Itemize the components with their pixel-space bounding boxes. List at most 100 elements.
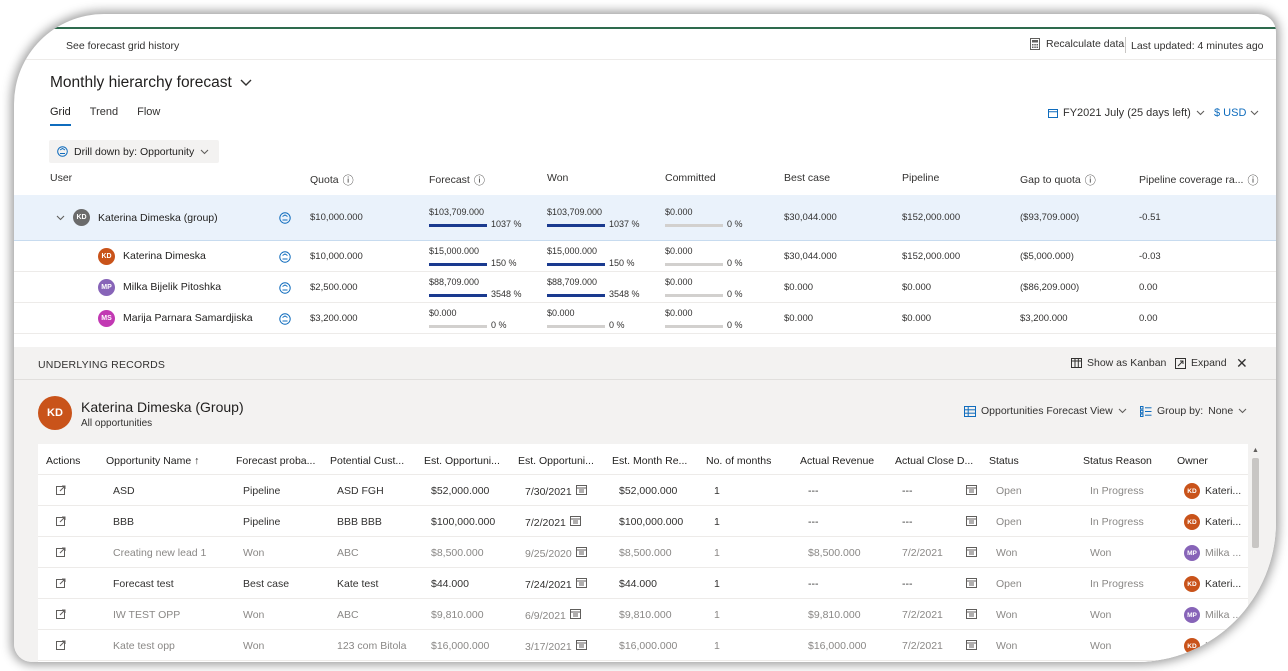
drill-down-icon[interactable] <box>279 212 291 227</box>
open-record-icon[interactable] <box>56 640 66 653</box>
drill-down-icon[interactable] <box>279 281 291 297</box>
col-coverage[interactable]: Pipeline coverage ra... ⓘ <box>1139 172 1258 188</box>
owner-cell[interactable]: KD Kateri... <box>1184 638 1241 654</box>
quota-value: $10,000.000 <box>310 250 363 262</box>
calendar-icon[interactable] <box>966 485 977 498</box>
currency-selector[interactable]: $ USD <box>1214 107 1259 119</box>
calendar-icon[interactable] <box>575 640 587 653</box>
col-best-case[interactable]: Best case <box>784 172 830 184</box>
expand-button[interactable]: Expand <box>1175 357 1227 369</box>
chevron-down-icon[interactable] <box>56 212 65 224</box>
col-owner[interactable]: Owner <box>1177 455 1208 467</box>
period-selector[interactable]: FY2021 July (25 days left) <box>1048 107 1205 119</box>
opportunity-name[interactable]: Forecast test <box>113 578 174 590</box>
calendar-icon[interactable] <box>966 609 977 622</box>
col-pipeline[interactable]: Pipeline <box>902 172 939 184</box>
close-icon[interactable]: ✕ <box>1236 355 1248 372</box>
opportunity-name[interactable]: IW TEST OPP <box>113 609 180 621</box>
potential-customer: BBB BBB <box>337 516 382 528</box>
col-no-of-months[interactable]: No. of months <box>706 455 771 467</box>
tab-grid[interactable]: Grid <box>50 106 71 126</box>
drill-down-icon[interactable] <box>279 250 291 266</box>
group-row[interactable]: KD Katerina Dimeska (group) $10,000.000 $10… <box>14 195 1276 241</box>
won-value: $0.000 0 % <box>547 308 625 330</box>
col-committed[interactable]: Committed <box>665 172 716 184</box>
col-opportunity-name[interactable]: Opportunity Name ↑ <box>106 455 199 467</box>
col-forecast[interactable]: Forecast ⓘ <box>429 172 485 188</box>
show-kanban-button[interactable]: Show as Kanban <box>1071 357 1166 369</box>
user-row[interactable]: MS Marija Parnara Samardjiska $3,200.000 $0… <box>14 303 1276 334</box>
open-record-icon[interactable] <box>56 547 66 560</box>
user-row[interactable]: KD Katerina Dimeska $10,000.000 $15,000.000… <box>14 241 1276 272</box>
forecast-value-amount: $15,000.000 <box>429 245 480 256</box>
drill-down-button[interactable]: Drill down by: Opportunity <box>49 140 220 163</box>
calendar-icon[interactable] <box>966 578 977 591</box>
col-gap-label: Gap to quota <box>1020 174 1081 186</box>
open-record-icon[interactable] <box>56 578 66 591</box>
opportunity-name[interactable]: Kate test opp <box>113 640 175 652</box>
table-row[interactable]: Forecast test Best case Kate test $44.000 7/… <box>38 568 1248 599</box>
col-potential-customer[interactable]: Potential Cust... <box>330 455 404 467</box>
tab-trend[interactable]: Trend <box>90 106 118 126</box>
chevron-down-icon <box>1196 110 1205 116</box>
user-cell: MP Milka Bijelik Pitoshka <box>98 278 221 296</box>
gap-value: ($93,709.000) <box>1020 212 1080 223</box>
calendar-icon[interactable] <box>966 516 977 529</box>
calendar-icon[interactable] <box>966 640 977 653</box>
sort-arrow-up-icon: ↑ <box>194 455 200 467</box>
col-actual-close-date[interactable]: Actual Close D... <box>895 455 973 467</box>
col-gap[interactable]: Gap to quota ⓘ <box>1020 172 1096 188</box>
recalculate-button[interactable]: Recalculate data <box>1030 38 1124 50</box>
opportunity-name[interactable]: Creating new lead 1 <box>113 547 206 559</box>
view-selector[interactable]: Opportunities Forecast View <box>964 405 1127 417</box>
table-row[interactable]: IW TEST OPP Won ABC $9,810.000 6/9/2021 $9,81… <box>38 599 1248 630</box>
scroll-thumb[interactable] <box>1252 458 1259 548</box>
open-record-icon[interactable] <box>56 485 66 498</box>
user-row[interactable]: MP Milka Bijelik Pitoshka $2,500.000 $88,70… <box>14 272 1276 303</box>
open-record-icon[interactable] <box>56 516 66 529</box>
calendar-icon[interactable] <box>569 516 581 529</box>
table-row[interactable]: ASD Pipeline ASD FGH $52,000.000 7/30/2021 $5… <box>38 475 1248 506</box>
col-status-reason[interactable]: Status Reason <box>1083 455 1152 467</box>
committed-value-bar: 0 % <box>665 289 743 299</box>
owner-cell[interactable]: MP Milka ... <box>1184 545 1241 561</box>
scroll-up-icon[interactable]: ▲ <box>1252 447 1259 454</box>
calendar-icon[interactable] <box>575 485 587 498</box>
group-by-selector[interactable]: Group by: None <box>1140 405 1247 417</box>
avatar: MP <box>1184 545 1200 561</box>
col-est-opportunity-2[interactable]: Est. Opportuni... <box>518 455 594 467</box>
drill-down-icon[interactable] <box>279 312 291 328</box>
opportunity-name[interactable]: BBB <box>113 516 134 528</box>
calendar-icon[interactable] <box>569 609 581 622</box>
progress-bar <box>429 324 487 328</box>
col-status[interactable]: Status <box>989 455 1019 467</box>
forecast-history-link[interactable]: See forecast grid history <box>66 40 179 52</box>
progress-bar <box>429 224 487 227</box>
owner-cell[interactable]: MP Milka ... <box>1184 607 1241 623</box>
col-est-opportunity-1[interactable]: Est. Opportuni... <box>424 455 500 467</box>
tab-flow[interactable]: Flow <box>137 106 160 126</box>
progress-bar <box>429 262 487 266</box>
col-forecast-probability[interactable]: Forecast proba... <box>236 455 315 467</box>
owner-cell[interactable]: KD Kateri... <box>1184 576 1241 592</box>
col-quota[interactable]: Quota ⓘ <box>310 172 354 188</box>
col-user[interactable]: User <box>50 172 72 184</box>
records-scrollbar[interactable]: ▲ <box>1251 444 1260 662</box>
progress-fill <box>429 262 487 266</box>
progress-fill <box>429 293 487 297</box>
col-actual-revenue[interactable]: Actual Revenue <box>800 455 874 467</box>
calendar-icon[interactable] <box>575 547 587 560</box>
table-row[interactable]: Kate test opp Won 123 com Bitola $16,000.00… <box>38 630 1248 661</box>
calendar-icon[interactable] <box>966 547 977 560</box>
opportunity-name[interactable]: ASD <box>113 485 135 497</box>
open-record-icon[interactable] <box>56 609 66 622</box>
owner-cell[interactable]: KD Kateri... <box>1184 514 1241 530</box>
owner-cell[interactable]: KD Kateri... <box>1184 483 1241 499</box>
table-row[interactable]: BBB Pipeline BBB BBB $100,000.000 7/2/2021 $1… <box>38 506 1248 537</box>
col-est-month-revenue[interactable]: Est. Month Re... <box>612 455 687 467</box>
forecast-selector[interactable]: Monthly hierarchy forecast <box>50 74 252 92</box>
table-row[interactable]: Creating new lead 1 Won ABC $8,500.000 9/25/… <box>38 537 1248 568</box>
est-revenue: $44.000 <box>431 578 469 590</box>
col-won[interactable]: Won <box>547 172 568 184</box>
calendar-icon[interactable] <box>575 578 587 591</box>
